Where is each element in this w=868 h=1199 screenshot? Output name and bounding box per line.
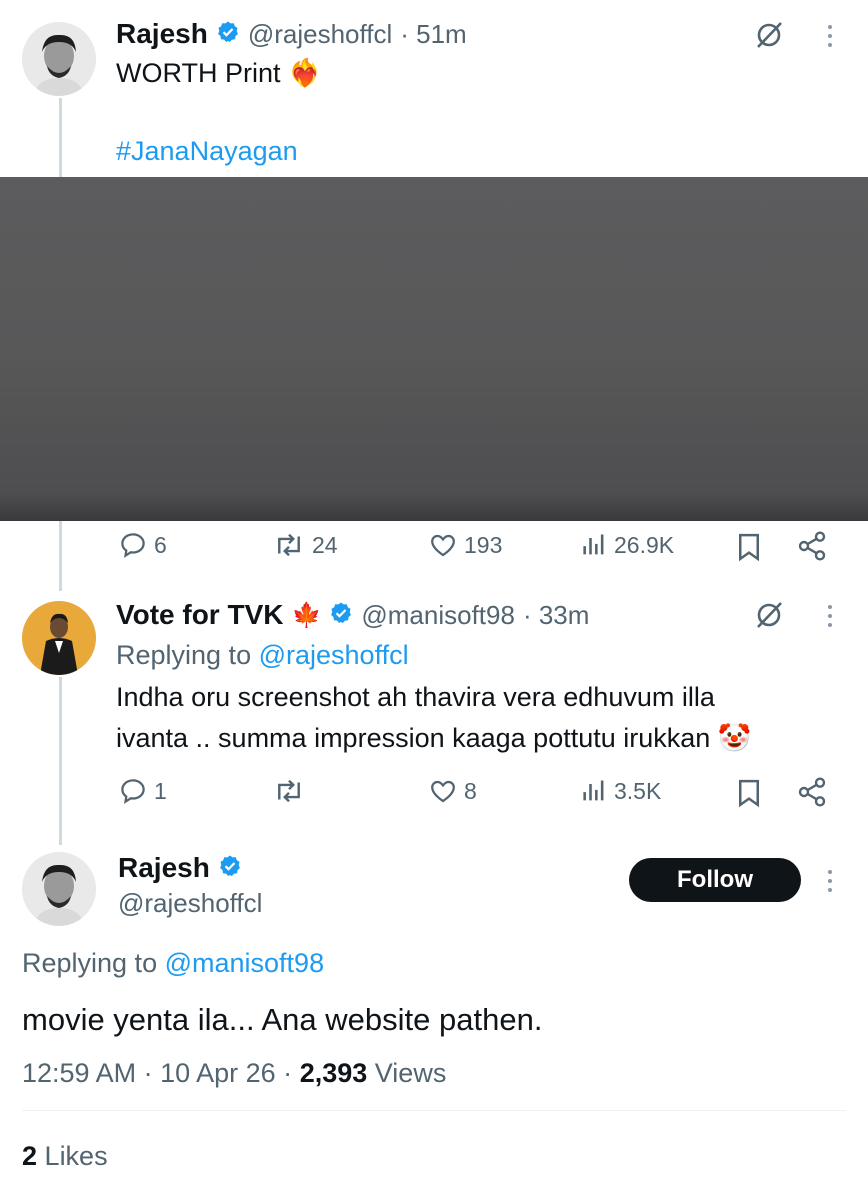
like-count: 193 [464, 531, 503, 558]
hashtag-link[interactable]: #JanaNayagan [116, 131, 298, 171]
avatar-rajesh[interactable] [22, 22, 96, 96]
tweet-media-image[interactable] [0, 177, 868, 521]
tweet3-name-row: Rajesh [118, 849, 242, 887]
author-name[interactable]: Vote for TVK [116, 599, 283, 631]
author-name[interactable]: Rajesh [116, 18, 208, 50]
likes-total: 2 [22, 1141, 38, 1171]
more-options-icon[interactable] [828, 25, 834, 52]
likes-summary[interactable]: 2 Likes [22, 1136, 108, 1176]
author-name[interactable]: Rajesh [118, 852, 210, 884]
follow-button[interactable]: Follow [629, 858, 801, 902]
tweet2-text-line1: Indha oru screenshot ah thavira vera edh… [116, 682, 715, 712]
avatar-vote-for-tvk[interactable] [22, 601, 96, 675]
replying-to-link[interactable]: @rajeshoffcl [259, 640, 409, 670]
grok-icon[interactable] [754, 600, 784, 635]
tweet-text-line: ivanta .. summa impression kaaga pottutu… [116, 723, 711, 753]
more-options-icon[interactable] [828, 605, 834, 632]
verified-badge-icon [216, 20, 240, 49]
views-count: 26.9K [614, 531, 675, 558]
tweet1-header: Rajesh @rajeshoffcl · 51m [116, 16, 467, 52]
replying-prefix: Replying to [22, 948, 158, 978]
thread-line [59, 521, 62, 591]
views-button[interactable]: 26.9K [580, 530, 674, 560]
tweet-time[interactable]: · 51m [400, 19, 466, 50]
reply-count: 6 [154, 531, 167, 558]
bookmark-icon[interactable] [736, 778, 762, 813]
views-icon [583, 780, 604, 801]
tweet-text-line: WORTH Print [116, 58, 281, 88]
retweet-button[interactable] [272, 776, 312, 806]
tweet2-text-line2: ivanta .. summa impression kaaga pottutu… [116, 718, 751, 758]
avatar-rajesh[interactable] [22, 852, 96, 926]
tweet1-text: WORTH Print ❤️‍🔥 [116, 53, 322, 93]
replying-prefix: Replying to [116, 640, 252, 670]
heart-icon [431, 780, 455, 803]
reply-icon [121, 779, 145, 804]
tweet-meta-line: 12:59 AM · 10 Apr 26 · 2,393 Views [22, 1053, 446, 1093]
views-button[interactable]: 3.5K [580, 776, 661, 806]
author-handle[interactable]: @rajeshoffcl [248, 19, 392, 50]
views-total: 2,393 [299, 1058, 368, 1088]
clown-emoji: 🤡 [717, 723, 752, 753]
like-button[interactable]: 193 [428, 530, 502, 560]
thread-line [59, 677, 62, 845]
verified-badge-icon [218, 854, 242, 883]
reply-icon [121, 533, 145, 558]
retweet-count: 24 [312, 531, 338, 558]
thread-line [59, 98, 62, 178]
divider [22, 1110, 846, 1111]
retweet-button[interactable]: 24 [272, 530, 338, 560]
share-icon[interactable] [796, 776, 828, 813]
like-count: 8 [464, 777, 477, 804]
retweet-icon [278, 779, 300, 803]
replying-to-line: Replying to @rajeshoffcl [116, 635, 409, 675]
grok-icon[interactable] [754, 20, 784, 55]
views-label: Views [374, 1058, 447, 1088]
author-handle[interactable]: @rajeshoffcl [118, 888, 262, 919]
author-handle[interactable]: @manisoft98 [361, 600, 515, 631]
more-options-icon[interactable] [828, 870, 834, 897]
tweet2-header: Vote for TVK 🍁 @manisoft98 · 33m [116, 597, 589, 633]
share-icon[interactable] [796, 530, 828, 567]
heart-on-fire-emoji: ❤️‍🔥 [288, 58, 322, 88]
replying-to-link[interactable]: @manisoft98 [165, 948, 324, 978]
tweet-time[interactable]: · 33m [523, 600, 589, 631]
reply-count: 1 [154, 777, 167, 804]
replying-to-line: Replying to @manisoft98 [22, 943, 324, 983]
timestamp[interactable]: 12:59 AM · 10 Apr 26 · [22, 1058, 292, 1088]
heart-icon [431, 534, 455, 557]
verified-badge-icon [329, 601, 353, 630]
reply-button[interactable]: 6 [118, 530, 167, 560]
maple-leaf-emoji: 🍁 [291, 601, 322, 629]
likes-label: Likes [44, 1141, 108, 1171]
like-button[interactable]: 8 [428, 776, 477, 806]
reply-button[interactable]: 1 [118, 776, 167, 806]
bookmark-icon[interactable] [736, 532, 762, 567]
tweet3-text: movie yenta ila... Ana website pathen. [22, 1002, 543, 1037]
views-icon [583, 534, 604, 555]
retweet-icon [278, 533, 300, 557]
views-count: 3.5K [614, 777, 662, 804]
